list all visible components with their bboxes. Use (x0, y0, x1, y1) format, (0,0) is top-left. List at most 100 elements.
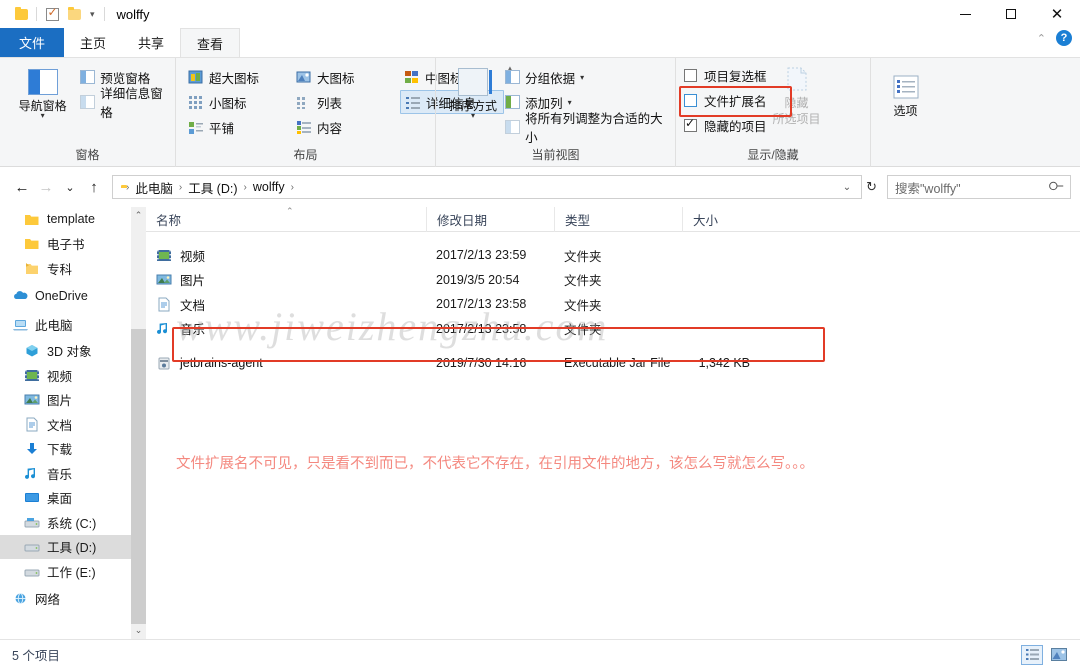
maximize-button[interactable] (988, 0, 1034, 28)
view-label: 平铺 (209, 121, 235, 136)
sidebar-item-template[interactable]: template (0, 207, 146, 232)
view-tiles[interactable]: 平铺 (184, 115, 288, 139)
file-modified: 2017/2/13 23:58 (436, 297, 527, 312)
sidebar-scrollbar[interactable]: ⌃ ⌄ (131, 207, 146, 639)
pin-folder-icon[interactable] (10, 3, 32, 25)
chevron-down-icon[interactable]: ▾ (568, 98, 572, 107)
annotation-text: 文件扩展名不可见，只是看不到而已，不代表它不存在，在引用文件的地方，该怎么写就怎… (176, 456, 814, 472)
breadcrumb-this-pc[interactable]: 此电脑 (132, 178, 176, 197)
search-icon[interactable] (1046, 177, 1067, 198)
sidebar-item-ebooks[interactable]: 电子书 (0, 232, 146, 257)
group-by-icon (505, 70, 521, 84)
table-row[interactable]: 文档 2017/2/13 23:58 文件夹 (146, 292, 1080, 317)
column-header-type[interactable]: 类型 (554, 206, 682, 232)
options-button[interactable]: 选项 (879, 68, 932, 118)
size-columns-button[interactable]: 将所有列调整为合适的大小 (502, 112, 667, 145)
view-list[interactable]: 列表 (292, 90, 396, 114)
extra-large-icons-icon (188, 70, 204, 85)
sidebar-item-drive-e[interactable]: 工作 (E:) (0, 559, 146, 584)
properties-checkbox-icon[interactable] (41, 3, 63, 25)
collapse-ribbon-icon[interactable]: ⌃ (1037, 32, 1046, 45)
navigation-pane-button[interactable]: 导航窗格 ▾ (8, 63, 77, 120)
checkbox-icon[interactable] (684, 116, 697, 132)
hidden-items-label: 隐藏的项目 (704, 120, 767, 134)
breadcrumb-drive-d[interactable]: 工具 (D:) (185, 178, 240, 197)
sidebar-item-desktop[interactable]: 桌面 (0, 486, 146, 511)
sidebar-item-music[interactable]: 音乐 (0, 461, 146, 486)
tab-file[interactable]: 文件 (0, 28, 65, 57)
search-input[interactable]: 搜索"wolffy" (887, 175, 1071, 199)
sidebar-item-downloads[interactable]: 下载 (0, 437, 146, 462)
ribbon-group-show-hide-label: 显示/隐藏 (747, 148, 799, 162)
sort-by-button[interactable]: 排序方式 ▾ (444, 63, 502, 120)
refresh-icon[interactable]: ↻ (862, 179, 881, 195)
ribbon-tabs: 文件 主页 共享 查看 (0, 28, 1080, 57)
scroll-up-icon[interactable]: ⌃ (131, 207, 146, 224)
video-icon (24, 368, 40, 383)
close-button[interactable]: ✕ (1034, 0, 1080, 28)
network-icon (12, 591, 28, 606)
large-icons-view-button[interactable] (1048, 645, 1070, 665)
chevron-down-icon[interactable]: ⌄ (837, 182, 857, 193)
sidebar-item-pictures[interactable]: 图片 (0, 388, 146, 413)
hidden-items-option[interactable]: 隐藏的项目 (684, 114, 767, 137)
file-type: 文件夹 (564, 323, 602, 338)
column-header-size[interactable]: 大小 (682, 206, 762, 232)
minimize-button[interactable] (942, 0, 988, 28)
sidebar-item-this-pc[interactable]: 此电脑 (0, 311, 146, 339)
sidebar-item-drive-d[interactable]: 工具 (D:) (0, 534, 146, 559)
forward-button[interactable]: → (34, 175, 58, 199)
sidebar-item-documents[interactable]: 文档 (0, 412, 146, 437)
hide-items-icon (780, 64, 814, 94)
view-large-icons[interactable]: 大图标 (292, 65, 396, 89)
checkbox-icon[interactable] (684, 94, 697, 107)
chevron-down-icon[interactable]: ▾ (471, 112, 475, 120)
file-name: 音乐 (180, 323, 206, 338)
back-button[interactable]: ← (10, 175, 34, 199)
chevron-down-icon[interactable]: ▾ (41, 112, 45, 120)
sidebar-item-label: 工作 (E:) (47, 565, 96, 580)
view-content[interactable]: 内容 (292, 115, 396, 139)
group-by-button[interactable]: 分组依据 ▾ (502, 66, 667, 88)
options-icon (889, 72, 923, 102)
sidebar-item-college[interactable]: 专科 (0, 256, 146, 281)
tab-view[interactable]: 查看 (180, 28, 241, 57)
breadcrumb[interactable]: › 此电脑 › 工具 (D:) › wolffy › ⌄ (112, 175, 863, 199)
tab-share[interactable]: 共享 (122, 28, 180, 57)
column-header-modified[interactable]: 修改日期 (426, 206, 554, 232)
file-name: 视频 (180, 249, 206, 264)
scrollbar-thumb[interactable] (131, 329, 146, 624)
sort-ascending-icon: ⌃ (286, 205, 294, 216)
sidebar-item-label: 桌面 (47, 492, 73, 507)
view-extra-large-icons[interactable]: 超大图标 (184, 65, 288, 89)
chevron-down-icon[interactable]: ▾ (85, 9, 100, 20)
help-icon[interactable]: ? (1056, 30, 1072, 46)
view-small-icons[interactable]: 小图标 (184, 90, 288, 114)
table-row[interactable]: 图片 2019/3/5 20:54 文件夹 (146, 268, 1080, 293)
file-extensions-option[interactable]: 文件扩展名 (684, 89, 767, 112)
item-checkboxes-option[interactable]: 项目复选框 (684, 64, 767, 87)
breadcrumb-separator: › (243, 181, 247, 193)
sidebar-item-drive-c[interactable]: 系统 (C:) (0, 510, 146, 535)
table-row[interactable]: 音乐 2017/2/13 23:58 文件夹 (146, 317, 1080, 342)
sidebar-item-videos[interactable]: 视频 (0, 363, 146, 388)
sidebar-item-label: 图片 (47, 394, 73, 409)
table-row[interactable]: 视频 2017/2/13 23:59 文件夹 (146, 243, 1080, 268)
tab-home[interactable]: 主页 (64, 28, 122, 57)
up-button[interactable]: ↑ (82, 175, 106, 199)
sidebar-item-3d-objects[interactable]: 3D 对象 (0, 339, 146, 364)
chevron-down-icon[interactable]: ▾ (580, 73, 584, 82)
details-pane-button[interactable]: 详细信息窗格 (77, 87, 167, 120)
recent-locations-icon[interactable]: ⌄ (58, 175, 82, 199)
checkbox-icon[interactable] (684, 69, 697, 82)
table-row[interactable]: jetbrains-agent 2019/7/30 14:16 Executab… (146, 351, 1080, 376)
sidebar-item-onedrive[interactable]: OneDrive (0, 281, 146, 311)
new-folder-icon[interactable] (63, 3, 85, 25)
details-view-button[interactable] (1021, 644, 1043, 665)
column-header-name[interactable]: 名称 ⌃ (146, 205, 426, 232)
preview-pane-icon (80, 70, 96, 84)
scroll-down-icon[interactable]: ⌄ (131, 622, 146, 639)
file-type: 文件夹 (564, 249, 602, 264)
breadcrumb-wolffy[interactable]: wolffy (250, 180, 288, 194)
sidebar-item-network[interactable]: 网络 (0, 584, 146, 614)
